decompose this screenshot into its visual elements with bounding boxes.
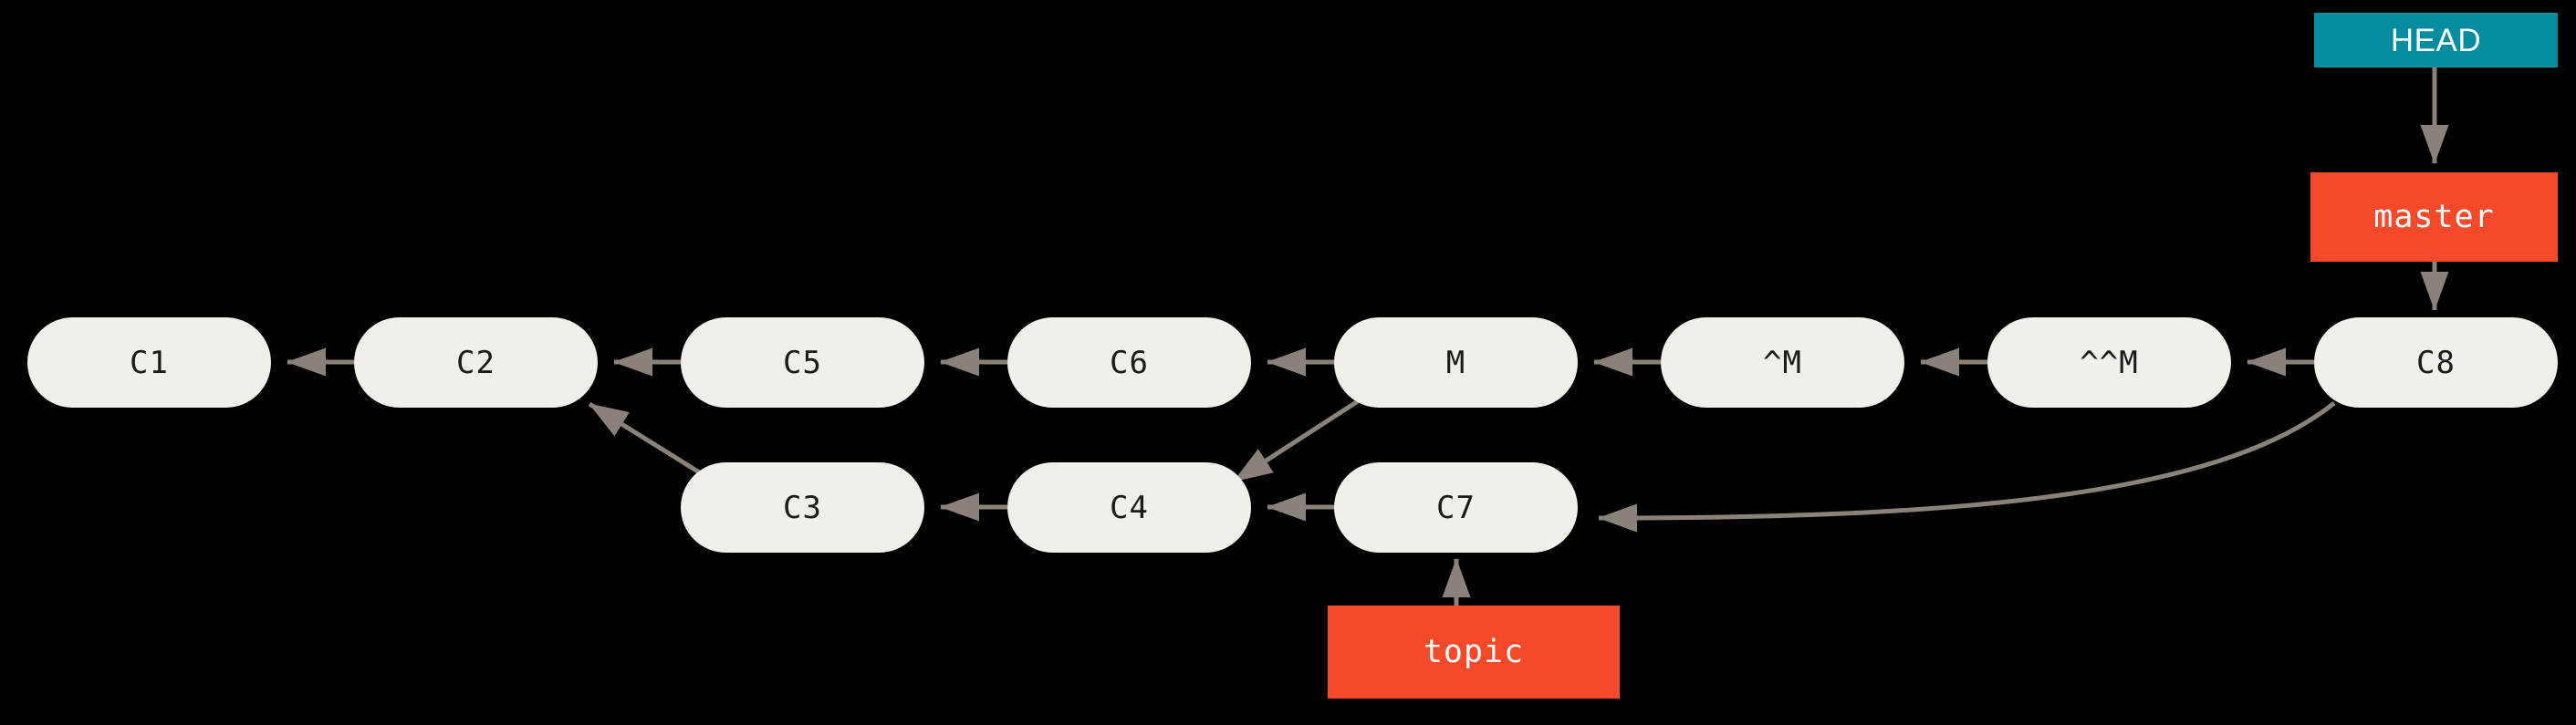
commit-node-c7[interactable]: C7: [1334, 462, 1578, 553]
branch-label: master: [2373, 198, 2495, 235]
git-graph-canvas: C1 C2 C5 C6 M ^M ^^M C8 C3 C4 C7 HEAD ma…: [0, 0, 2576, 725]
commit-node-c5[interactable]: C5: [681, 317, 924, 408]
commit-node-c1[interactable]: C1: [27, 317, 271, 408]
commit-node-c6[interactable]: C6: [1007, 317, 1251, 408]
commit-label: ^^M: [2080, 344, 2139, 381]
commit-label: C4: [1110, 489, 1149, 526]
commit-label: C2: [456, 344, 495, 381]
edge-c3-c2: [588, 401, 703, 476]
branch-label: topic: [1423, 633, 1525, 670]
commit-label: ^M: [1763, 344, 1802, 381]
commit-node-c3[interactable]: C3: [681, 462, 924, 553]
commit-node-c8[interactable]: C8: [2314, 317, 2558, 408]
edge-c8-c7: [1597, 401, 2336, 533]
branch-box-topic[interactable]: topic: [1328, 606, 1620, 699]
edge-m-c4: [1232, 399, 1360, 484]
commit-label: C7: [1436, 489, 1476, 526]
commit-node-m[interactable]: M: [1334, 317, 1578, 408]
commit-label: C1: [130, 344, 169, 381]
commit-label: C3: [783, 489, 822, 526]
commit-node-m-parent2[interactable]: ^^M: [1987, 317, 2231, 408]
commit-label: C8: [2416, 344, 2456, 381]
head-pointer-box[interactable]: HEAD: [2314, 13, 2558, 67]
commit-node-c4[interactable]: C4: [1007, 462, 1251, 553]
commit-node-m-parent1[interactable]: ^M: [1661, 317, 1904, 408]
commit-label: C5: [783, 344, 822, 381]
commit-node-c2[interactable]: C2: [354, 317, 598, 408]
commit-label: M: [1445, 344, 1466, 381]
commit-label: C6: [1110, 344, 1149, 381]
head-label: HEAD: [2390, 22, 2482, 58]
branch-box-master[interactable]: master: [2310, 172, 2558, 262]
